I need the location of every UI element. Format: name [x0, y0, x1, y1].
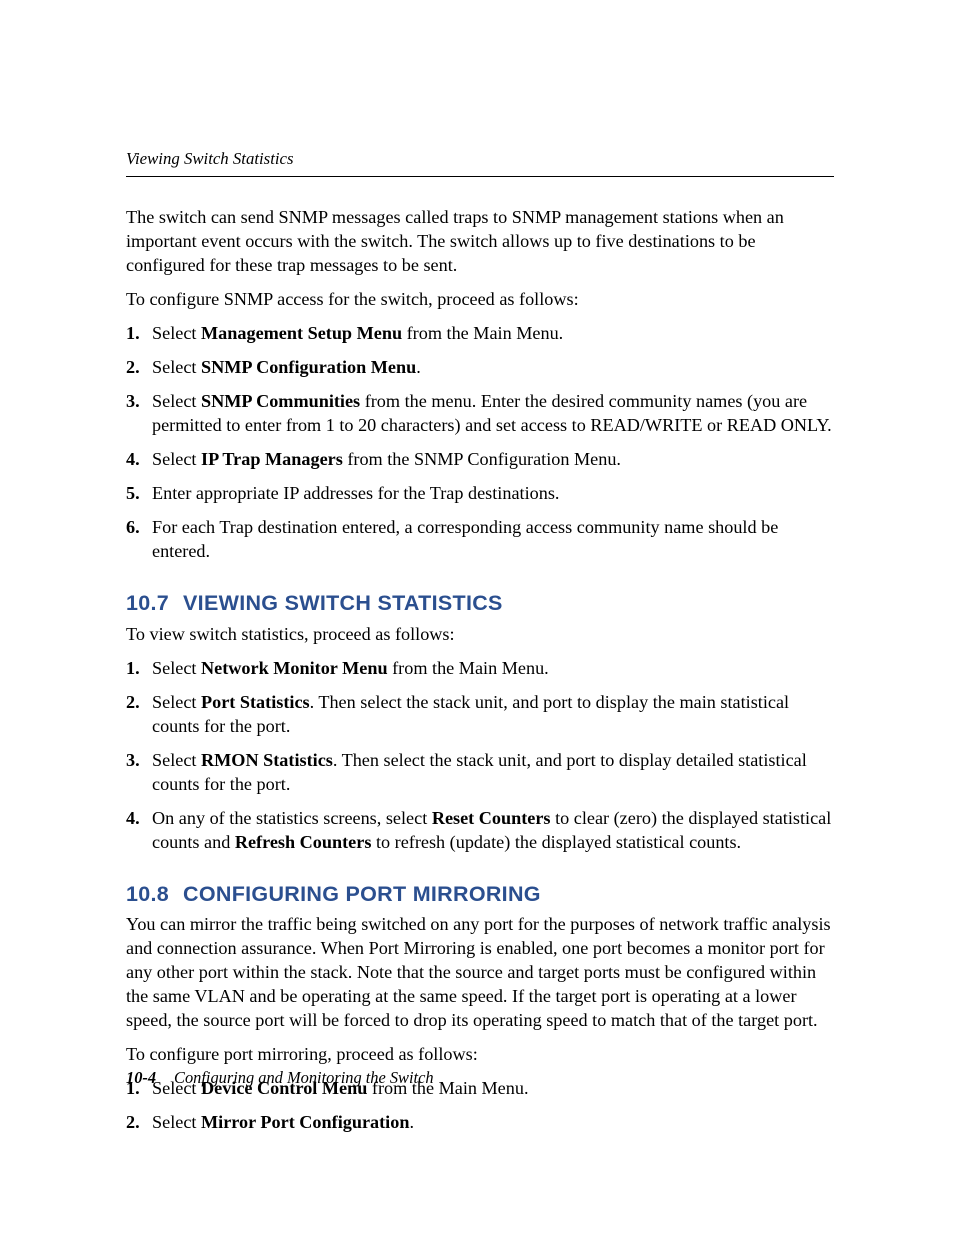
step-text: from the SNMP Configuration Menu. — [343, 449, 621, 469]
step-bold: Management Setup Menu — [201, 323, 402, 343]
list-item: 4. On any of the statistics screens, sel… — [126, 806, 834, 854]
list-item: 6. For each Trap destination entered, a … — [126, 515, 834, 563]
section-title: CONFIGURING PORT MIRRORING — [183, 882, 541, 906]
step-text: from the Main Menu. — [388, 658, 549, 678]
page-footer: 10-4 Configuring and Monitoring the Switc… — [126, 1067, 434, 1089]
step-number: 2. — [126, 690, 152, 714]
step-text: Enter appropriate IP addresses for the T… — [152, 483, 559, 503]
step-number: 3. — [126, 389, 152, 413]
section-number: 10.8 — [126, 882, 169, 906]
running-head: Viewing Switch Statistics — [126, 148, 834, 177]
step-text: Select — [152, 323, 201, 343]
step-body: Select Port Statistics. Then select the … — [152, 690, 834, 738]
list-item: 1. Select Management Setup Menu from the… — [126, 321, 834, 345]
step-number: 4. — [126, 806, 152, 830]
step-bold: Network Monitor Menu — [201, 658, 388, 678]
step-bold: Refresh Counters — [235, 832, 372, 852]
step-text: . — [409, 1112, 414, 1132]
page-number: 10-4 — [126, 1068, 156, 1087]
step-text: to refresh (update) the displayed statis… — [371, 832, 741, 852]
step-text: On any of the statistics screens, select — [152, 808, 432, 828]
step-text: Select — [152, 357, 201, 377]
step-number: 5. — [126, 481, 152, 505]
list-item: 4. Select IP Trap Managers from the SNMP… — [126, 447, 834, 471]
section-heading-10-8: 10.8 CONFIGURING PORT MIRRORING — [126, 880, 834, 908]
step-text: Select — [152, 658, 201, 678]
step-body: Select Network Monitor Menu from the Mai… — [152, 656, 834, 680]
step-body: Select Management Setup Menu from the Ma… — [152, 321, 834, 345]
sec108-lead: To configure port mirroring, proceed as … — [126, 1042, 834, 1066]
step-bold: IP Trap Managers — [201, 449, 343, 469]
step-bold: SNMP Communities — [201, 391, 360, 411]
footer-title: Configuring and Monitoring the Switch — [174, 1068, 434, 1087]
step-number: 1. — [126, 321, 152, 345]
step-body: Select RMON Statistics. Then select the … — [152, 748, 834, 796]
step-body: For each Trap destination entered, a cor… — [152, 515, 834, 563]
page: Viewing Switch Statistics The switch can… — [0, 0, 954, 1235]
step-text: . — [416, 357, 421, 377]
sec108-paragraph: You can mirror the traffic being switche… — [126, 912, 834, 1032]
step-bold: Mirror Port Configuration — [201, 1112, 409, 1132]
list-item: 2. Select SNMP Configuration Menu. — [126, 355, 834, 379]
step-text: Select — [152, 750, 201, 770]
section-heading-10-7: 10.7 VIEWING SWITCH STATISTICS — [126, 589, 834, 617]
step-number: 4. — [126, 447, 152, 471]
step-body: Select IP Trap Managers from the SNMP Co… — [152, 447, 834, 471]
section-title: VIEWING SWITCH STATISTICS — [183, 591, 503, 615]
list-item: 2. Select Port Statistics. Then select t… — [126, 690, 834, 738]
step-number: 3. — [126, 748, 152, 772]
step-text: from the Main Menu. — [402, 323, 563, 343]
step-body: On any of the statistics screens, select… — [152, 806, 834, 854]
list-item: 3. Select SNMP Communities from the menu… — [126, 389, 834, 437]
step-number: 1. — [126, 656, 152, 680]
snmp-steps: 1. Select Management Setup Menu from the… — [126, 321, 834, 563]
step-body: Enter appropriate IP addresses for the T… — [152, 481, 834, 505]
list-item: 3. Select RMON Statistics. Then select t… — [126, 748, 834, 796]
step-bold: SNMP Configuration Menu — [201, 357, 416, 377]
step-body: Select SNMP Configuration Menu. — [152, 355, 834, 379]
step-text: Select — [152, 1112, 201, 1132]
step-bold: Port Statistics — [201, 692, 310, 712]
step-text: Select — [152, 692, 201, 712]
list-item: 1. Select Network Monitor Menu from the … — [126, 656, 834, 680]
step-text: Select — [152, 449, 201, 469]
sec107-lead: To view switch statistics, proceed as fo… — [126, 622, 834, 646]
list-item: 5. Enter appropriate IP addresses for th… — [126, 481, 834, 505]
intro-paragraph: The switch can send SNMP messages called… — [126, 205, 834, 277]
step-text: For each Trap destination entered, a cor… — [152, 517, 778, 561]
step-number: 6. — [126, 515, 152, 539]
list-item: 2. Select Mirror Port Configuration. — [126, 1110, 834, 1134]
view-stats-steps: 1. Select Network Monitor Menu from the … — [126, 656, 834, 854]
step-number: 2. — [126, 355, 152, 379]
intro-lead: To configure SNMP access for the switch,… — [126, 287, 834, 311]
step-bold: Reset Counters — [432, 808, 551, 828]
step-body: Select SNMP Communities from the menu. E… — [152, 389, 834, 437]
step-text: Select — [152, 391, 201, 411]
step-body: Select Mirror Port Configuration. — [152, 1110, 834, 1134]
step-number: 2. — [126, 1110, 152, 1134]
step-bold: RMON Statistics — [201, 750, 333, 770]
section-number: 10.7 — [126, 591, 169, 615]
